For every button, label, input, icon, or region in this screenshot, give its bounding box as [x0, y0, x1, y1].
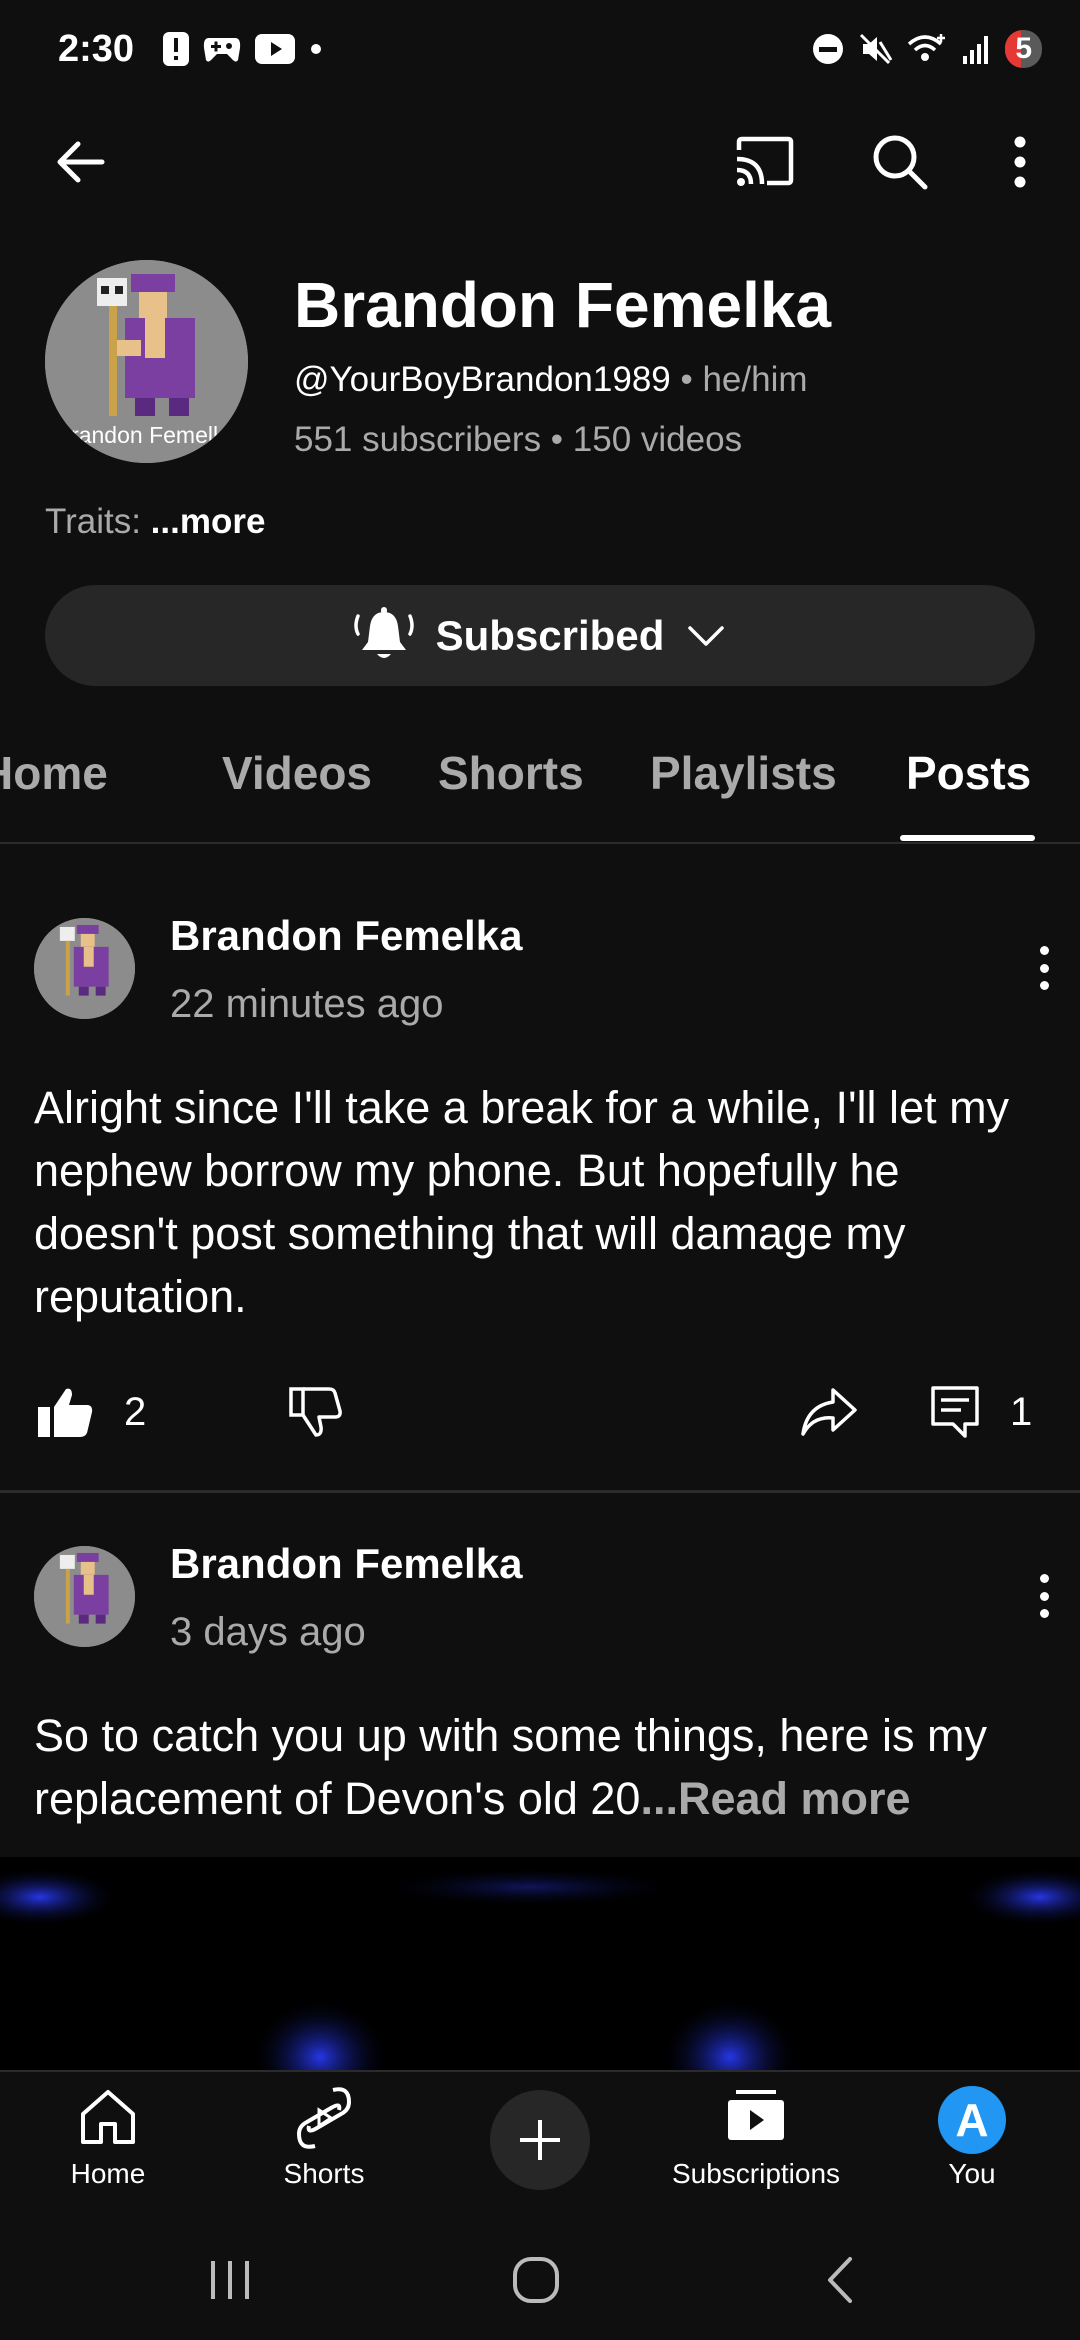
status-time: 2:30: [58, 28, 135, 70]
post-divider: [0, 1490, 1080, 1493]
system-navigation-bar: [0, 2220, 1080, 2340]
signal-icon: [963, 36, 989, 64]
share-icon: [801, 1388, 857, 1436]
youtube-notification-icon: [255, 34, 295, 64]
nav-subscriptions[interactable]: Subscriptions: [656, 2072, 856, 2222]
back-arrow-icon: [57, 141, 105, 183]
nav-subscriptions-label: Subscriptions: [671, 2158, 841, 2189]
gamepad-notification-icon: [203, 38, 241, 62]
post-menu-button[interactable]: [1024, 938, 1064, 998]
alert-notification-icon: [163, 32, 189, 66]
you-avatar: A: [938, 2086, 1006, 2154]
recent-apps-icon: [211, 2261, 249, 2299]
post-author-avatar[interactable]: [34, 1546, 135, 1647]
back-system-button[interactable]: [800, 2240, 880, 2320]
tab-videos[interactable]: Videos: [222, 746, 372, 800]
comments-button[interactable]: [920, 1377, 990, 1447]
more-options-button[interactable]: [980, 122, 1060, 202]
search-icon: [873, 135, 928, 190]
tab-home[interactable]: Home: [0, 746, 108, 800]
create-button[interactable]: [490, 2090, 590, 2190]
more-vert-icon: [1014, 136, 1026, 188]
top-app-bar: [0, 110, 1080, 220]
tab-posts[interactable]: Posts: [906, 746, 1031, 800]
post-ellipsis: ...: [640, 1773, 678, 1824]
share-button[interactable]: [792, 1377, 866, 1447]
nav-home[interactable]: Home: [8, 2072, 208, 2222]
subscribed-button[interactable]: Subscribed: [45, 585, 1035, 686]
channel-pronouns: he/him: [702, 360, 808, 399]
thumbs-down-icon: [289, 1387, 342, 1437]
wifi-icon: [908, 34, 946, 61]
cast-icon: [736, 136, 794, 186]
do-not-disturb-icon: [813, 34, 844, 64]
post-image[interactable]: [0, 1857, 1080, 2072]
cast-button[interactable]: [722, 122, 806, 202]
subscriber-count: 551 subscribers: [294, 420, 542, 459]
dot-icon: [311, 44, 321, 54]
read-more-link[interactable]: Read more: [678, 1773, 911, 1824]
search-button[interactable]: [860, 122, 940, 202]
create-plus-icon: [520, 2120, 560, 2160]
post-body-text: So to catch you up with some things, her…: [34, 1704, 1044, 1830]
post-body-text: Alright since I'll take a break for a wh…: [34, 1082, 1010, 1322]
channel-description[interactable]: Traits: ...more: [45, 502, 265, 542]
dislike-button[interactable]: [280, 1377, 350, 1447]
nav-shorts-label: Shorts: [283, 2158, 365, 2189]
status-notification-icons: [163, 32, 323, 66]
post-image-art: [0, 1857, 1080, 2072]
stats-separator: •: [541, 420, 573, 459]
pixel-wizard-avatar-art: [34, 918, 135, 1019]
tab-playlists[interactable]: Playlists: [650, 746, 837, 800]
channel-avatar[interactable]: Brandon Femelka: [45, 260, 248, 463]
status-system-icons: 5: [811, 30, 1042, 68]
battery-level: 5: [1015, 32, 1032, 65]
back-chevron-icon: [828, 2257, 852, 2303]
channel-tabs: Home Videos Shorts Playlists Posts: [0, 730, 1080, 844]
traits-label: Traits:: [45, 502, 151, 541]
chevron-down-icon: [688, 625, 725, 646]
video-count: 150 videos: [572, 420, 743, 459]
subscriptions-icon: [728, 2090, 784, 2140]
description-more-link[interactable]: ...more: [151, 502, 266, 541]
post-author-name[interactable]: Brandon Femelka: [170, 912, 522, 960]
recent-apps-button[interactable]: [190, 2240, 270, 2320]
status-bar: 2:30 5: [0, 0, 1080, 100]
comment-icon: [931, 1386, 979, 1438]
active-tab-indicator: [900, 835, 1035, 841]
nav-you-label: You: [948, 2158, 996, 2189]
nav-home-label: Home: [70, 2158, 146, 2189]
home-icon: [81, 2090, 135, 2144]
post-author-name[interactable]: Brandon Femelka: [170, 1540, 522, 1588]
comment-count: 1: [1010, 1390, 1033, 1434]
post-timestamp: 3 days ago: [170, 1610, 366, 1654]
thumbs-up-filled-icon: [38, 1388, 93, 1437]
handle-separator: •: [670, 360, 703, 399]
back-button[interactable]: [40, 122, 120, 202]
mute-icon: [860, 33, 893, 65]
shorts-icon: [296, 2087, 352, 2149]
channel-handle: @YourBoyBrandon1989: [294, 360, 671, 399]
subscribed-label: Subscribed: [435, 611, 665, 659]
home-circle-icon: [513, 2257, 559, 2303]
avatar-caption: Brandon Femelka: [55, 422, 238, 448]
pixel-wizard-avatar-art: [34, 1546, 135, 1647]
like-count: 2: [124, 1390, 147, 1434]
post-author-avatar[interactable]: [34, 918, 135, 1019]
nav-you[interactable]: A You: [872, 2072, 1072, 2222]
home-system-button[interactable]: [496, 2240, 576, 2320]
tab-shorts[interactable]: Shorts: [438, 746, 584, 800]
notification-bell-icon: [353, 606, 414, 658]
channel-handle-line: @YourBoyBrandon1989 • he/him: [294, 360, 808, 400]
nav-shorts[interactable]: Shorts: [224, 2072, 424, 2222]
battery-indicator: 5: [1005, 30, 1042, 68]
post-timestamp: 22 minutes ago: [170, 982, 444, 1026]
like-button[interactable]: [30, 1377, 100, 1447]
post-menu-button[interactable]: [1024, 1566, 1064, 1626]
channel-stats: 551 subscribers • 150 videos: [294, 420, 742, 460]
channel-title: Brandon Femelka: [294, 269, 832, 341]
bottom-navigation: Home Shorts Subscriptions A You: [0, 2070, 1080, 2220]
post-actions: 2 1: [0, 1372, 1080, 1452]
